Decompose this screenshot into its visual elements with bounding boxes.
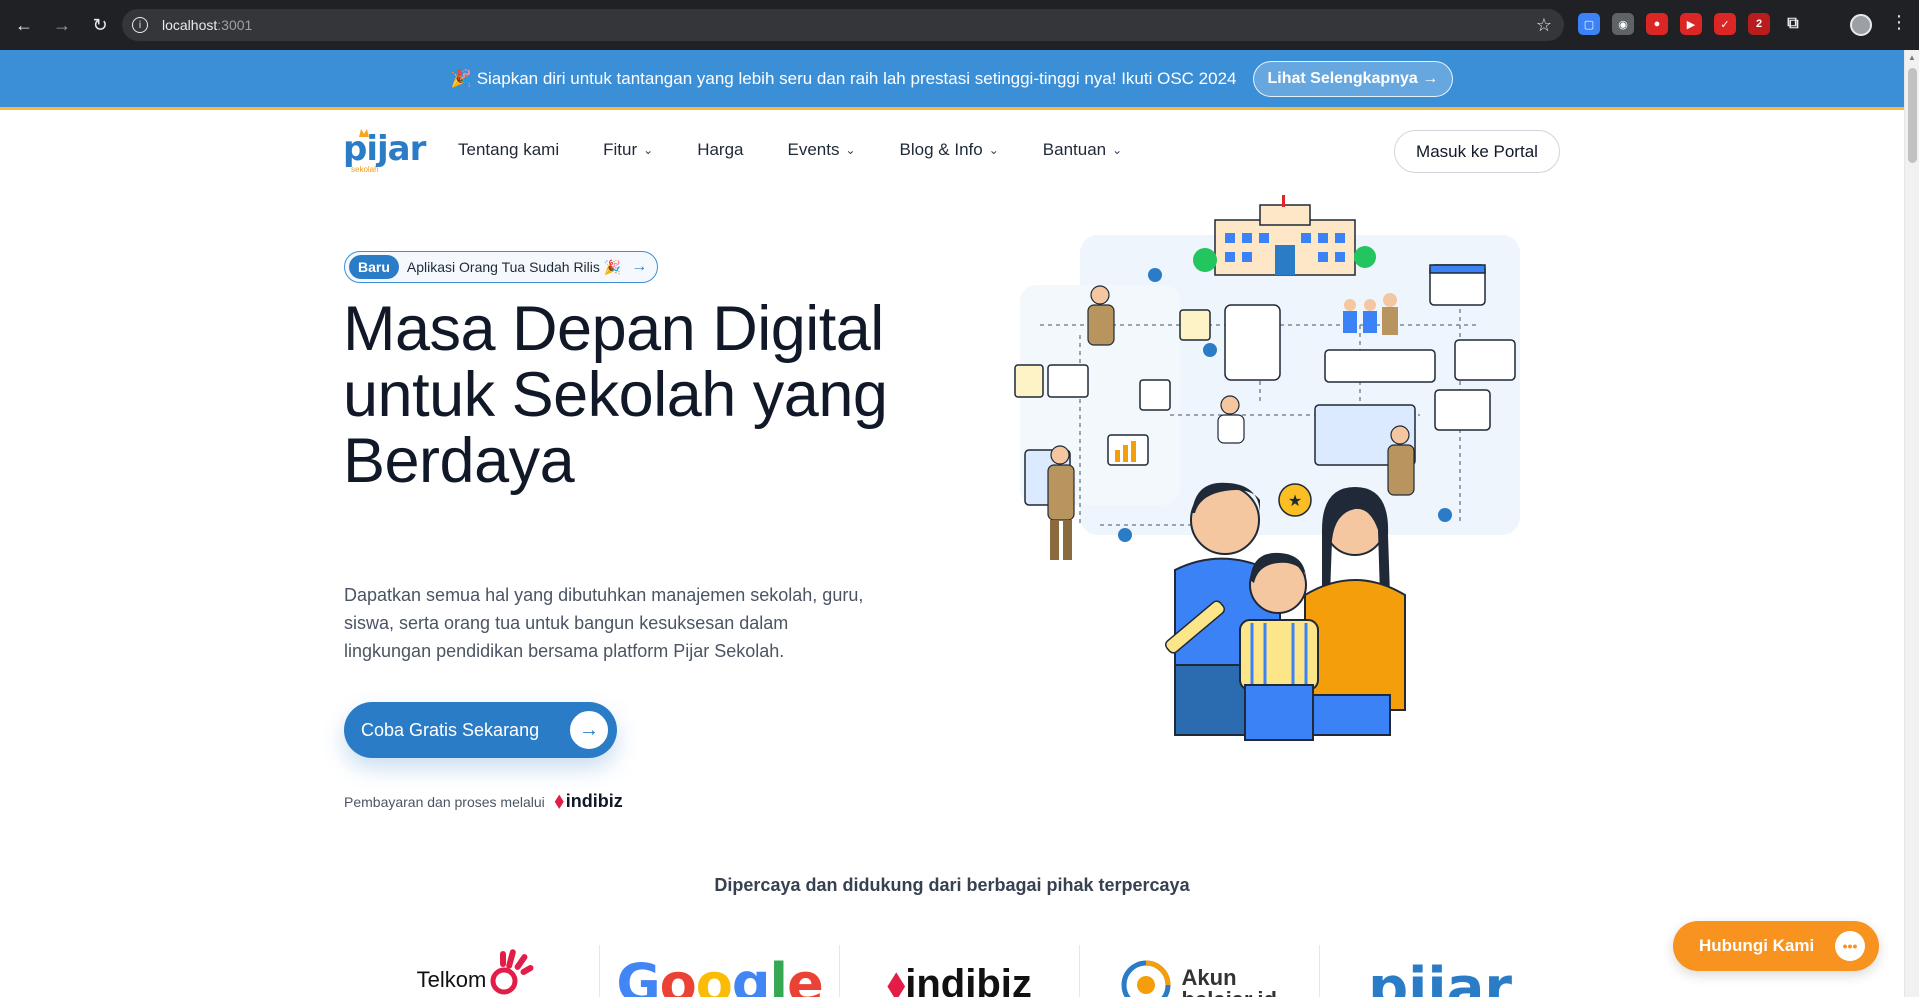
browser-menu-icon[interactable]: ⋮ bbox=[1890, 12, 1908, 33]
chat-bubble-icon: ••• bbox=[1835, 931, 1865, 961]
telkom-logo: Telkom bbox=[360, 945, 601, 997]
indibiz-mark-icon: ⬧ bbox=[554, 790, 564, 812]
new-pill: Baru bbox=[349, 255, 399, 279]
puzzle-extensions-icon[interactable]: ⧉ bbox=[1782, 13, 1804, 35]
nav-fitur[interactable]: Fitur ⌄ bbox=[603, 140, 653, 160]
camera-extension-icon[interactable]: ◉ bbox=[1612, 13, 1634, 35]
indibiz-logo: ⬧ indibiz bbox=[554, 790, 623, 812]
pijar-logo[interactable]: pijar sekolah bbox=[343, 129, 426, 177]
check-extension-icon[interactable]: ✓ bbox=[1714, 13, 1736, 35]
indibiz-partner-logo: ⬧indibiz bbox=[840, 945, 1081, 997]
try-free-button[interactable]: Coba Gratis Sekarang → bbox=[344, 702, 617, 758]
announcement-banner: 🎉 Siapkan diri untuk tantangan yang lebi… bbox=[0, 50, 1904, 110]
trusted-heading: Dipercaya dan didukung dari berbagai pih… bbox=[714, 875, 1190, 895]
extension-icon[interactable]: 2 bbox=[1748, 13, 1770, 35]
browser-toolbar: ← → ↻ i localhost:3001 ☆ ▢ ◉ ● ▶ ✓ 2 ⧉ ⋮ bbox=[0, 0, 1919, 50]
arrow-right-icon: → bbox=[631, 258, 648, 275]
nav-tentang-kami[interactable]: Tentang kami bbox=[458, 140, 559, 160]
address-bar[interactable]: i localhost:3001 ☆ bbox=[122, 9, 1564, 41]
payment-note: Pembayaran dan proses melalui ⬧ indibiz bbox=[344, 790, 623, 812]
svg-text:★: ★ bbox=[1288, 491, 1302, 510]
new-feature-badge[interactable]: Baru Aplikasi Orang Tua Sudah Rilis 🎉 → bbox=[344, 251, 659, 283]
nav-blog-info[interactable]: Blog & Info ⌄ bbox=[900, 140, 999, 160]
profile-avatar[interactable] bbox=[1850, 14, 1872, 36]
pijar-partner-logo: pijar bbox=[1368, 956, 1512, 997]
badge-text: Aplikasi Orang Tua Sudah Rilis 🎉 bbox=[406, 258, 622, 275]
hero-title: Masa Depan Digital untuk Sekolah yang Be… bbox=[343, 294, 888, 496]
url-text: localhost:3001 bbox=[162, 17, 253, 33]
party-icon: 🎉 bbox=[450, 68, 472, 88]
telkom-hand-icon bbox=[490, 949, 534, 995]
partner-logos: Telkom Google ⬧indibiz Akun belajar.id p… bbox=[360, 945, 1560, 997]
extension-icon[interactable]: ▢ bbox=[1578, 13, 1600, 35]
back-arrow-icon[interactable]: ← bbox=[10, 11, 38, 39]
hero-illustration: ★ bbox=[960, 195, 1630, 750]
akun-belajar-logo: Akun belajar.id bbox=[1080, 945, 1321, 997]
reload-icon[interactable]: ↻ bbox=[86, 11, 114, 39]
nav-harga[interactable]: Harga bbox=[697, 140, 743, 160]
chevron-down-icon: ⌄ bbox=[845, 143, 856, 157]
scroll-thumb[interactable] bbox=[1908, 68, 1917, 163]
chevron-down-icon: ⌄ bbox=[1112, 143, 1123, 157]
login-portal-button[interactable]: Masuk ke Portal bbox=[1394, 130, 1560, 173]
chevron-down-icon: ⌄ bbox=[643, 143, 654, 157]
extension-icon[interactable]: ▶ bbox=[1680, 13, 1702, 35]
scroll-up-icon[interactable]: ▲ bbox=[1908, 53, 1916, 62]
arrow-right-icon: → bbox=[568, 709, 610, 751]
see-more-button[interactable]: Lihat Selengkapnya → bbox=[1252, 60, 1454, 97]
extension-icons: ▢ ◉ ● ▶ ✓ 2 ⧉ bbox=[1578, 13, 1804, 35]
banner-text: 🎉 Siapkan diri untuk tantangan yang lebi… bbox=[450, 68, 1237, 88]
forward-arrow-icon[interactable]: → bbox=[48, 11, 76, 39]
main-nav: Tentang kami Fitur ⌄ Harga Events ⌄ Blog &… bbox=[458, 140, 1122, 160]
site-info-icon[interactable]: i bbox=[132, 17, 148, 33]
extension-icon[interactable]: ● bbox=[1646, 13, 1668, 35]
akun-belajar-icon bbox=[1121, 960, 1171, 997]
hero-description: Dapatkan semua hal yang dibutuhkan manaj… bbox=[344, 585, 864, 661]
chevron-down-icon: ⌄ bbox=[988, 143, 999, 157]
google-logo: Google bbox=[600, 945, 841, 997]
nav-bantuan[interactable]: Bantuan ⌄ bbox=[1043, 140, 1122, 160]
contact-us-button[interactable]: Hubungi Kami ••• bbox=[1673, 921, 1879, 971]
bookmark-star-icon[interactable]: ☆ bbox=[1536, 15, 1552, 36]
page-scrollbar[interactable]: ▲ bbox=[1904, 50, 1919, 997]
nav-events[interactable]: Events ⌄ bbox=[788, 140, 856, 160]
site-header: pijar sekolah Tentang kami Fitur ⌄ Harga … bbox=[0, 113, 1904, 189]
